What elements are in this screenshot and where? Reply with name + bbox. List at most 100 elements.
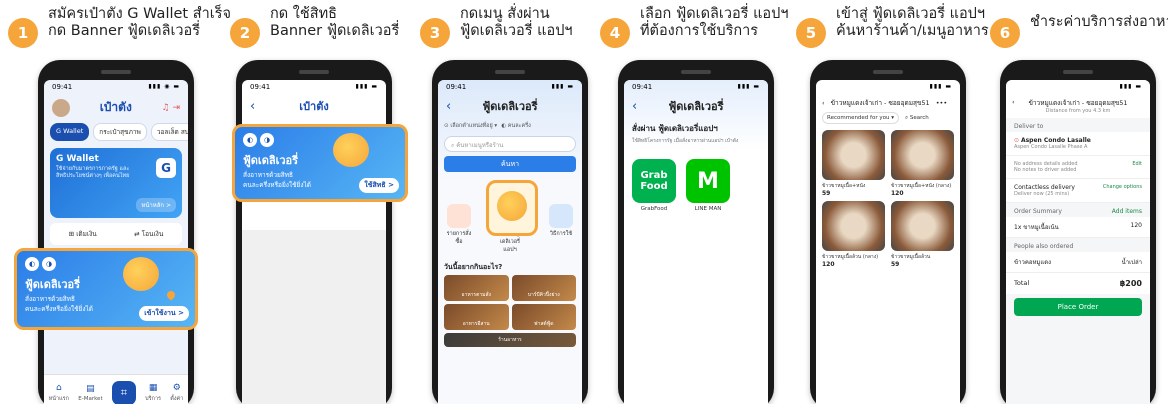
page-title: ฟู้ดเดลิเวอรี่	[482, 100, 538, 113]
delivery-rider-icon	[333, 133, 369, 167]
signal-icon: ▮▮▮ ▬	[355, 83, 378, 90]
page-title: ฟู้ดเดลิเวอรี่	[668, 100, 724, 113]
use-rights-button[interactable]: ใช้สิทธิ >	[359, 178, 399, 193]
step-number-badge: 1	[8, 18, 38, 48]
avatar[interactable]	[52, 98, 70, 117]
menu-orders[interactable]: รายการสั่งซื้อ	[444, 204, 474, 254]
phone-screen: ▮▮▮ ▬ ‹ ข้าวหมูแดงเจ้าเก่า - ซอยอุดมสุข5…	[1006, 80, 1150, 404]
chip-g-wallet[interactable]: G Wallet	[50, 123, 90, 141]
g-wallet-home-link[interactable]: หน้าหลัก >	[136, 198, 176, 212]
page-title: เป๋าตัง	[99, 100, 132, 114]
distance: Distance from you 4.3 km	[1045, 108, 1111, 114]
step-number-badge: 5	[796, 18, 826, 48]
dish-card[interactable]: ข้าวขาหมูเนื้อล้วน 59	[891, 201, 954, 268]
back-icon[interactable]: ‹	[446, 99, 451, 114]
dish-grid: ข้าวขาหมูเนื้อ+หนัง 59 ข้าวขาหมูเนื้อ+หนั…	[816, 124, 960, 274]
nav-services[interactable]: ▦ บริการ	[145, 383, 161, 403]
g-wallet-card[interactable]: G Wallet ใช้จ่ายกับมาตรการภาครัฐ และสิทธ…	[50, 148, 182, 218]
step-number-badge: 4	[600, 18, 630, 48]
section-desc: ใช้สิทธิโครงการรัฐ เมื่อสั่งอาหารผ่านแอป…	[632, 138, 739, 144]
banner-title: ฟู้ดเดลิเวอรี่	[25, 278, 81, 291]
bottom-nav: ⌂ หน้าแรก ▤ E-Market ⌗ ▦ บริการ ⚙ ตั้งค่า	[44, 374, 188, 404]
address-card[interactable]: ⊙ Aspen Condo Lasalle Aspen Condo Lasall…	[1006, 132, 1150, 156]
search-input[interactable]: ⌕ ค้นหาเมนูหรือร้าน	[444, 136, 576, 152]
grabfood-logo: Grab Food	[632, 159, 676, 203]
lineman-logo: M	[686, 159, 730, 203]
market-icon: ▤	[86, 383, 95, 394]
also-ordered-row: ข้าวคอหมูแดง น้ำเปล่า	[1006, 252, 1150, 273]
app-lineman[interactable]: M LINE MAN	[686, 159, 730, 212]
add-items-link[interactable]: Add items	[1112, 208, 1142, 215]
find-button[interactable]: ค้นหา	[444, 156, 576, 172]
signal-icon: ▮▮▮ ◉ ▬	[148, 83, 180, 90]
phone-screen: ▮▮▮ ▬ ‹ ข้าวหมูแดงเจ้าเก่า - ซอยอุดมสุข5…	[816, 80, 960, 404]
food-delivery-banner[interactable]: ◐ ◑ ฟู้ดเดลิเวอรี่ สั่งอาหารด้วยสิทธิ คนล…	[232, 124, 408, 202]
back-icon[interactable]: ‹	[632, 99, 637, 114]
home-icon: ⌂	[55, 382, 62, 393]
status-time: 09:41	[250, 83, 271, 91]
phone-step-2: 09:41 ▮▮▮ ▬ ‹ เป๋าตัง	[236, 60, 392, 404]
scheme-selector[interactable]: ◐ คนละครึ่ง	[501, 122, 531, 130]
dish-card[interactable]: ข้าวขาหมูเนื้อ+หนัง (กลาง) 120	[891, 130, 954, 197]
also-ordered-label: People also ordered	[1014, 243, 1074, 250]
phone-step-4: 09:41 ▮▮▮ ▬ ‹ ฟู้ดเดลิเวอรี่ สั่งผ่าน ฟู้…	[618, 60, 774, 404]
menu-how-to[interactable]: วิธีการใช้	[546, 204, 576, 254]
nav-home[interactable]: ⌂ หน้าแรก	[49, 383, 69, 403]
back-icon[interactable]: ‹	[250, 99, 255, 114]
order-via-app-highlight[interactable]	[486, 180, 538, 236]
food-delivery-banner[interactable]: ◐ ◑ ฟู้ดเดลิเวอรี่ สั่งอาหารด้วยสิทธิ คนล…	[14, 248, 198, 330]
app-grabfood[interactable]: Grab Food GrabFood	[632, 159, 676, 212]
place-order-button[interactable]: Place Order	[1014, 298, 1142, 316]
enter-button[interactable]: เข้าใช้งาน >	[139, 306, 189, 321]
partner-logo-icon: ◐	[25, 257, 39, 271]
total-amount: ฿200	[1119, 279, 1142, 288]
how-to-icon	[549, 204, 573, 228]
partner-logo-icon: ◑	[42, 257, 56, 271]
order-item[interactable]: 1x ขาหมูเนื้อเน้น 120	[1006, 217, 1150, 238]
empty-area	[242, 230, 386, 404]
search-button[interactable]: ⌕ Search	[905, 115, 929, 122]
change-options-link[interactable]: Change options	[1103, 184, 1142, 190]
step-3-line2: ฟู้ดเดลิเวอรี่ แอปฯ	[460, 23, 573, 39]
signal-icon: ▮▮▮ ▬	[1119, 83, 1142, 90]
topup-button[interactable]: ⊞ เติมเงิน	[69, 229, 97, 239]
back-icon[interactable]: ‹	[822, 99, 825, 107]
delivery-options: Change options Contactless delivery Deli…	[1006, 179, 1150, 203]
status-time: 09:41	[52, 83, 73, 91]
transfer-button[interactable]: ⇄ โอนเงิน	[134, 229, 163, 239]
dish-card[interactable]: ข้าวขาหมูเนื้อ+หนัง 59	[822, 130, 885, 197]
chip-health-wallet[interactable]: กระเป๋าสุขภาพ	[93, 123, 147, 141]
status-time: 09:41	[446, 83, 467, 91]
scooter-icon	[497, 191, 527, 221]
signal-icon: ▮▮▮ ▬	[737, 83, 760, 90]
phone-step-1: 09:41 ▮▮▮ ◉ ▬ เป๋าตัง ♫ ⇥ G Wallet กระเป๋…	[38, 60, 194, 404]
step-2-line2: Banner ฟู้ดเดลิเวอรี่	[270, 23, 400, 39]
more-icon[interactable]: •••	[936, 99, 948, 107]
food-category[interactable]: ฟาสต์ฟู้ด	[511, 304, 576, 330]
back-icon[interactable]: ‹	[1012, 98, 1015, 106]
step-number-badge: 2	[230, 18, 260, 48]
edit-link[interactable]: Edit	[1132, 161, 1142, 167]
food-category[interactable]: อาหารอีสาน	[444, 304, 509, 330]
suggested-item[interactable]: น้ำเปล่า	[1122, 257, 1142, 267]
address-notes: Edit No address details added No notes t…	[1006, 156, 1150, 179]
suggested-item[interactable]: ข้าวคอหมูแดง	[1014, 259, 1051, 266]
chip-bond-wallet[interactable]: วอลเล็ต สบม.	[150, 123, 188, 141]
signal-icon: ▮▮▮ ▬	[551, 83, 574, 90]
dish-card[interactable]: ข้าวขาหมูเนื้อล้วน (กลาง) 120	[822, 201, 885, 268]
location-selector[interactable]: ⊙ เลือกตำแหน่งที่อยู่ ▾	[444, 122, 497, 130]
food-category[interactable]: ร้านอาหาร	[444, 333, 576, 347]
dish-image	[891, 130, 954, 180]
dish-image	[891, 201, 954, 251]
nav-settings[interactable]: ⚙ ตั้งค่า	[170, 383, 183, 403]
food-category[interactable]: บาร์บีคิวปิ้งย่าง	[511, 275, 576, 301]
nav-scan[interactable]: ⌗	[111, 380, 136, 404]
partner-logo-icon: ◑	[260, 133, 274, 147]
notification-icon[interactable]: ♫	[161, 103, 169, 113]
nav-e-market[interactable]: ▤ E-Market	[78, 384, 102, 402]
step-number-badge: 3	[420, 18, 450, 48]
logout-icon[interactable]: ⇥	[172, 103, 180, 113]
filter-select[interactable]: Recommended for you ▾	[822, 112, 899, 124]
step-1-line2: กด Banner ฟู้ดเดลิเวอรี่	[48, 23, 201, 39]
food-category[interactable]: อาหารตามสั่ง	[444, 275, 509, 301]
